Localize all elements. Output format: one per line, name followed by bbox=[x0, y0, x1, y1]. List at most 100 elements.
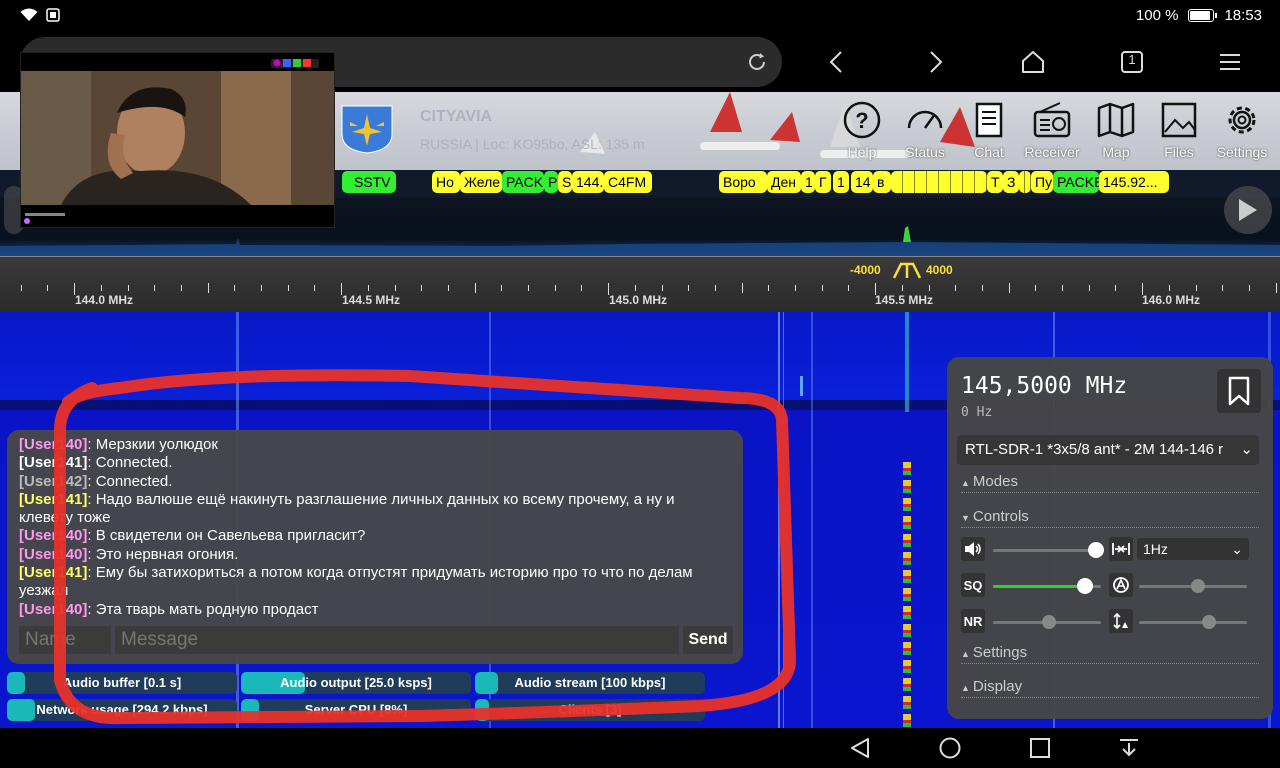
scale-tick bbox=[982, 285, 983, 291]
chat-message: [User141]: Ему бы затихориться а потом к… bbox=[19, 564, 693, 600]
scale-tick bbox=[1089, 285, 1090, 291]
scale-label: 145.0 MHz bbox=[609, 293, 668, 307]
pip-video-player[interactable] bbox=[20, 52, 335, 228]
collapse-arrow-icon: ▼ bbox=[961, 513, 970, 523]
waterfall-adjust-button[interactable] bbox=[1109, 609, 1133, 633]
scale-tick bbox=[421, 285, 422, 291]
battery-icon bbox=[1188, 9, 1218, 22]
scale-tick bbox=[501, 285, 502, 291]
menu-icon[interactable] bbox=[1216, 48, 1244, 76]
scale-label: 144.5 MHz bbox=[342, 293, 401, 307]
chat-send-button[interactable]: Send bbox=[683, 626, 733, 654]
bookmark[interactable]: З bbox=[1003, 171, 1019, 193]
scale-tick bbox=[395, 285, 396, 291]
scale-tick bbox=[1196, 285, 1197, 291]
agc-icon bbox=[1113, 577, 1129, 593]
modes-section[interactable]: ▲ Modes bbox=[961, 473, 1259, 493]
nav-home-icon[interactable] bbox=[938, 736, 962, 760]
bookmark[interactable]: PACK bbox=[502, 171, 544, 193]
bookmark[interactable]: S bbox=[558, 171, 572, 193]
bookmark[interactable]: P bbox=[544, 171, 558, 193]
scale-tick bbox=[955, 285, 956, 291]
status-button[interactable]: Status bbox=[894, 100, 956, 166]
bookmark[interactable]: Желе bbox=[460, 171, 502, 193]
chevron-down-icon: ⌄ bbox=[1240, 441, 1253, 458]
scale-tick bbox=[528, 285, 529, 291]
bookmark[interactable]: Воро bbox=[719, 171, 767, 193]
chat-name-input[interactable] bbox=[19, 626, 111, 654]
bar-fill bbox=[475, 672, 498, 694]
chat-message: [User140]: Это нервная огония. bbox=[19, 545, 239, 563]
bar-fill bbox=[475, 699, 489, 721]
bookmark[interactable]: Т bbox=[987, 171, 1003, 193]
audio-stream-bar: Audio stream [100 kbps] bbox=[475, 672, 705, 694]
nav-hide-icon[interactable] bbox=[1118, 737, 1140, 759]
nav-recents-icon[interactable] bbox=[1029, 737, 1051, 759]
mute-button[interactable] bbox=[961, 537, 985, 561]
bookmark-cluster[interactable] bbox=[891, 171, 987, 193]
bookmark[interactable]: Пу bbox=[1031, 171, 1053, 193]
frequency-scale[interactable]: -4000 4000 144.0 MHz 144.5 MHz 145.0 MHz… bbox=[0, 256, 1280, 312]
controls-section[interactable]: ▼ Controls bbox=[961, 508, 1259, 528]
add-bookmark-button[interactable] bbox=[1217, 369, 1261, 413]
bookmark[interactable]: 1 bbox=[801, 171, 815, 193]
filter-low: -4000 bbox=[850, 263, 881, 277]
scale-tick bbox=[128, 285, 129, 291]
bookmark[interactable]: C4FM bbox=[604, 171, 652, 193]
bookmark[interactable]: Но bbox=[432, 171, 460, 193]
play-button[interactable] bbox=[1224, 186, 1272, 234]
nav-back-icon[interactable] bbox=[849, 737, 871, 759]
bookmark[interactable]: 1 bbox=[833, 171, 849, 193]
back-icon[interactable] bbox=[822, 48, 850, 76]
scale-tick bbox=[662, 285, 663, 291]
reload-icon[interactable] bbox=[746, 51, 768, 73]
frequency-display[interactable]: 145,5000 MHz bbox=[961, 373, 1127, 399]
bookmark[interactable]: 145.92... bbox=[1099, 171, 1169, 193]
bar-fill bbox=[7, 672, 26, 694]
sort-icon bbox=[1113, 612, 1128, 630]
gear-icon bbox=[1228, 106, 1256, 134]
map-button[interactable]: Map bbox=[1085, 100, 1147, 166]
bookmark[interactable]: 14 bbox=[851, 171, 873, 193]
waterfall-slider[interactable] bbox=[1139, 615, 1247, 629]
agc-slider[interactable] bbox=[1139, 579, 1247, 593]
tuning-step-select[interactable]: 1Hz ⌄ bbox=[1137, 538, 1249, 560]
squelch-button[interactable]: SQ bbox=[961, 573, 985, 597]
bookmark[interactable]: Г bbox=[815, 171, 831, 193]
bookmark-cluster[interactable] bbox=[1019, 171, 1031, 193]
expand-arrow-icon: ▲ bbox=[961, 478, 970, 488]
chat-button[interactable]: Chat bbox=[958, 100, 1020, 166]
squelch-slider[interactable] bbox=[993, 578, 1101, 594]
bookmark[interactable]: SSTV bbox=[342, 171, 396, 193]
bookmark[interactable]: 144. bbox=[572, 171, 604, 193]
scale-tick bbox=[314, 285, 315, 291]
scale-tick bbox=[181, 285, 182, 291]
nr-button[interactable]: NR bbox=[961, 609, 985, 633]
bookmark[interactable]: в bbox=[873, 171, 891, 193]
scale-tick bbox=[1062, 285, 1063, 291]
bookmark[interactable]: PACKE bbox=[1053, 171, 1099, 193]
settings-section[interactable]: ▲ Settings bbox=[961, 644, 1259, 664]
receiver-button[interactable]: Receiver bbox=[1021, 100, 1083, 166]
tabs-button[interactable]: 1 bbox=[1118, 48, 1146, 76]
nr-icon: NR bbox=[963, 613, 983, 629]
nr-slider[interactable] bbox=[993, 615, 1101, 629]
battery-percent: 100 % bbox=[1135, 7, 1179, 24]
squelch-auto-button[interactable] bbox=[1109, 537, 1133, 561]
scale-tick bbox=[288, 285, 289, 291]
receiver-location: RUSSIA | Loc: KO95bo, ASL: 135 m bbox=[420, 136, 645, 152]
chat-message: [User140]: В свидетели он Савельева приг… bbox=[19, 527, 366, 545]
profile-select[interactable]: RTL-SDR-1 *3x5/8 ant* - 2M 144-146 r ⌄ bbox=[957, 435, 1259, 465]
forward-icon[interactable] bbox=[922, 48, 950, 76]
home-icon[interactable] bbox=[1019, 48, 1047, 76]
scale-tick bbox=[1115, 285, 1116, 291]
volume-slider[interactable] bbox=[993, 542, 1105, 558]
chat-icon bbox=[975, 102, 1003, 138]
agc-button[interactable] bbox=[1109, 573, 1133, 597]
settings-button[interactable]: Settings bbox=[1211, 100, 1273, 166]
help-button[interactable]: ? Help bbox=[831, 100, 893, 166]
bookmark[interactable]: Ден bbox=[767, 171, 801, 193]
files-button[interactable]: Files bbox=[1148, 100, 1210, 166]
chat-message-input[interactable] bbox=[115, 626, 679, 654]
display-section[interactable]: ▲ Display bbox=[961, 678, 1259, 698]
